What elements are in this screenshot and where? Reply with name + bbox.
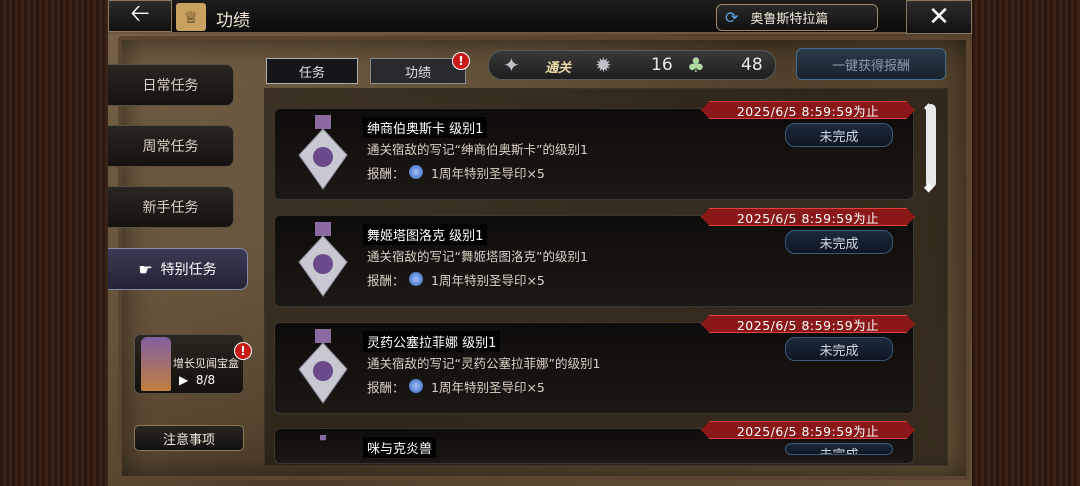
achievement-icon: ♕ <box>176 3 206 31</box>
mission-desc: 通关宿敌的写记“绅商伯奥斯卡”的级别1 <box>367 142 588 157</box>
refresh-icon: ⟳ <box>725 8 739 27</box>
seal-icon <box>409 379 423 393</box>
clover-count: 48 <box>741 55 763 75</box>
back-button[interactable]: 🡠 <box>108 0 172 32</box>
sidebar-item-label: 日常任务 <box>142 78 199 94</box>
status-button[interactable]: 未完成 <box>785 230 893 254</box>
back-arrow-icon: 🡠 <box>130 0 150 27</box>
reward-text: 1周年特别圣导印×5 <box>431 380 545 395</box>
silver-medal-icon: ✹ <box>595 53 612 77</box>
mission-name: 舞姬塔图洛克 级别1 <box>363 224 488 245</box>
scroll-down-icon[interactable]: ◆ <box>924 180 933 194</box>
notice-button[interactable]: 注意事项 <box>134 425 244 451</box>
close-button[interactable]: ✕ <box>906 0 972 34</box>
treasure-box-button[interactable]: 增长见闻宝盒 ▶︎ 8/8 <box>134 334 244 394</box>
medal-icon <box>298 115 348 190</box>
silver-medal-count: 16 <box>651 55 673 75</box>
chapter-label: 奥鲁斯特拉篇 <box>750 12 829 27</box>
sidebar-item-label: 新手任务 <box>142 200 199 216</box>
character-portrait <box>141 337 171 391</box>
cleared-label: 通关 <box>545 61 572 76</box>
background-right <box>972 0 1080 486</box>
mission-desc: 通关宿敌的写记“灵药公塞拉菲娜”的级别1 <box>367 356 601 371</box>
status-button[interactable]: 未完成 <box>785 443 893 455</box>
page-title: 功绩 <box>216 11 250 31</box>
sidebar-item-label: 周常任务 <box>142 139 199 155</box>
sidebar-item-beginner[interactable]: 新手任务 <box>108 186 234 228</box>
alert-badge: ! <box>452 52 470 70</box>
clover-icon: ♣ <box>687 53 705 77</box>
claim-all-button[interactable]: 一键获得报酬 <box>796 48 946 80</box>
scrollbar[interactable] <box>926 104 936 188</box>
sidebar-item-special[interactable]: ☛ 特别任务 <box>108 248 248 290</box>
alert-badge: ! <box>234 342 252 360</box>
reward-text: 1周年特别圣导印×5 <box>431 273 545 288</box>
cleared-medal-icon: ✦ <box>503 53 520 77</box>
pointing-hand-icon: ☛ <box>138 259 153 279</box>
mission-name: 绅商伯奥斯卡 级别1 <box>363 117 488 138</box>
achievement-counter-bar: ✦ 通关 ✹ 16 ♣ 48 <box>488 50 776 80</box>
medal-icon <box>298 329 348 404</box>
sidebar-item-label: 特别任务 <box>160 262 217 278</box>
status-button[interactable]: 未完成 <box>785 123 893 147</box>
deadline-banner: 2025/6/5 8:59:59为止 <box>701 208 915 226</box>
mission-name: 灵药公塞拉菲娜 级别1 <box>363 331 501 352</box>
treasure-count-value: 8/8 <box>195 373 216 387</box>
tab-missions[interactable]: 任务 <box>266 58 358 84</box>
treasure-box-count: ▶︎ 8/8 <box>179 373 216 387</box>
seal-icon <box>409 165 423 179</box>
sidebar-item-weekly[interactable]: 周常任务 <box>108 125 234 167</box>
background-left <box>0 0 108 486</box>
chapter-switch-button[interactable]: ⟳ 奥鲁斯特拉篇 <box>716 4 878 31</box>
treasure-box-name: 增长见闻宝盒 <box>173 357 239 370</box>
close-icon: ✕ <box>928 2 950 32</box>
deadline-banner: 2025/6/5 8:59:59为止 <box>701 315 915 333</box>
medal-icon <box>320 435 326 441</box>
mission-name: 咪与克炎兽 <box>363 437 437 458</box>
status-button[interactable]: 未完成 <box>785 337 893 361</box>
reward-label: 报酬： <box>367 166 405 181</box>
mission-card: 灵药公塞拉菲娜 级别1 通关宿敌的写记“灵药公塞拉菲娜”的级别1 报酬： 1周年… <box>274 315 915 414</box>
medal-icon <box>298 222 348 297</box>
seal-icon <box>409 272 423 286</box>
deadline-banner: 2025/6/5 8:59:59为止 <box>701 421 915 439</box>
mission-card: 绅商伯奥斯卡 级别1 通关宿敌的写记“绅商伯奥斯卡”的级别1 报酬： 1周年特别… <box>274 101 915 200</box>
reward-label: 报酬： <box>367 273 405 288</box>
mission-card: 咪与克炎兽 2025/6/5 8:59:59为止 未完成 <box>274 421 915 464</box>
sidebar-item-daily[interactable]: 日常任务 <box>108 64 234 106</box>
mission-card: 舞姬塔图洛克 级别1 通关宿敌的写记“舞姬塔图洛克”的级别1 报酬： 1周年特别… <box>274 208 915 307</box>
deadline-banner: 2025/6/5 8:59:59为止 <box>701 101 915 119</box>
mission-desc: 通关宿敌的写记“舞姬塔图洛克”的级别1 <box>367 249 588 264</box>
reward-text: 1周年特别圣导印×5 <box>431 166 545 181</box>
reward-label: 报酬： <box>367 380 405 395</box>
